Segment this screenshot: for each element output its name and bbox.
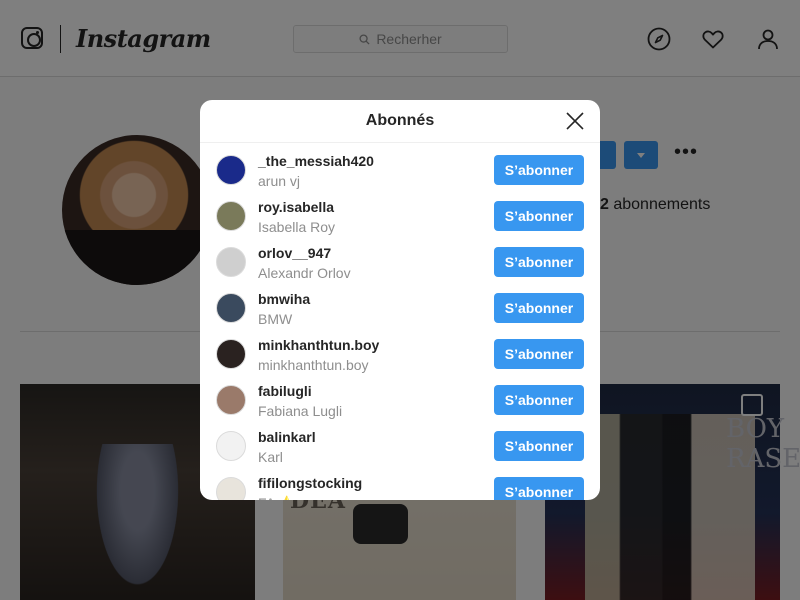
follow-button[interactable]: S’abonner: [494, 477, 584, 500]
follower-row[interactable]: orlov__947 Alexandr Orlov S’abonner: [200, 239, 600, 285]
follower-fullname: minkhanthtun.boy: [258, 357, 369, 373]
follow-button[interactable]: S’abonner: [494, 201, 584, 231]
follower-username[interactable]: fabilugli: [258, 383, 312, 399]
follow-button[interactable]: S’abonner: [494, 339, 584, 369]
follower-avatar[interactable]: [216, 247, 246, 277]
follower-username[interactable]: orlov__947: [258, 245, 331, 261]
follower-fullname: Isabella Roy: [258, 219, 336, 235]
follower-avatar[interactable]: [216, 431, 246, 461]
follower-fullname: Fabiana Lugli: [258, 403, 343, 419]
follower-avatar[interactable]: [216, 339, 246, 369]
follower-avatar[interactable]: [216, 477, 246, 500]
follower-row[interactable]: balinkarl Karl S’abonner: [200, 423, 600, 469]
follower-fullname: Alexandr Orlov: [258, 265, 351, 281]
modal-title: Abonnés: [365, 112, 435, 129]
follower-fullname: Karl: [258, 449, 283, 465]
follow-button[interactable]: S’abonner: [494, 385, 584, 415]
follower-fullname: arun vj: [258, 173, 301, 189]
follower-avatar[interactable]: [216, 201, 246, 231]
follow-button[interactable]: S’abonner: [494, 431, 584, 461]
follower-username[interactable]: balinkarl: [258, 429, 316, 445]
follower-row[interactable]: bmwiha BMW S’abonner: [200, 285, 600, 331]
follow-button[interactable]: S’abonner: [494, 293, 584, 323]
follower-row[interactable]: fabilugli Fabiana Lugli S’abonner: [200, 377, 600, 423]
close-icon[interactable]: [564, 110, 586, 132]
follower-username[interactable]: minkhanthtun.boy: [258, 337, 379, 353]
follower-username[interactable]: fifilongstocking: [258, 475, 362, 491]
follower-row[interactable]: roy.isabella Isabella Roy S’abonner: [200, 193, 600, 239]
followers-list[interactable]: _the_messiah420 arun vj S’abonner roy.isabe…: [200, 143, 600, 500]
follower-fullname: BMW: [258, 311, 293, 327]
follower-avatar[interactable]: [216, 155, 246, 185]
follow-button[interactable]: S’abonner: [494, 155, 584, 185]
follower-row[interactable]: minkhanthtun.boy minkhanthtun.boy S’abonne…: [200, 331, 600, 377]
follow-button[interactable]: S’abonner: [494, 247, 584, 277]
modal-header: Abonnés: [200, 100, 600, 143]
follower-row[interactable]: _the_messiah420arun vj S’abonner: [200, 147, 600, 193]
follower-fullname: FA ⭐: [258, 495, 296, 500]
follower-username[interactable]: _the_messiah420: [258, 153, 374, 169]
followers-modal: Abonnés _the_messiah420 arun vj S’abonner r…: [200, 100, 600, 500]
follower-avatar[interactable]: [216, 385, 246, 415]
follower-username[interactable]: bmwiha: [258, 291, 310, 307]
follower-row[interactable]: fifilongstocking FA ⭐ S’abonner: [200, 469, 600, 500]
follower-avatar[interactable]: [216, 293, 246, 323]
follower-username[interactable]: roy.isabella: [258, 199, 334, 215]
